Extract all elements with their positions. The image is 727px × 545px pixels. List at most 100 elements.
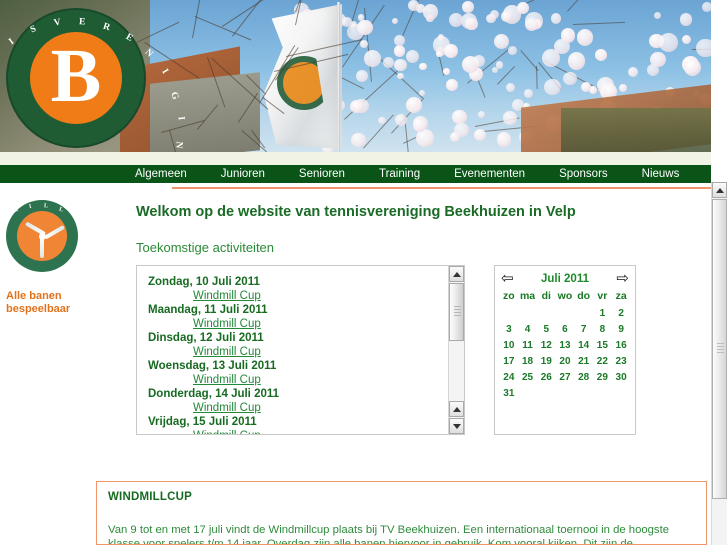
calendar-day-12[interactable]: 12 — [537, 338, 555, 353]
calendar-day-31[interactable]: 31 — [500, 386, 518, 401]
calendar-day-24[interactable]: 24 — [500, 370, 518, 385]
calendar-next-month-icon[interactable]: ⇨ — [616, 271, 629, 286]
windmillcup-title: WINDMILLCUP — [108, 491, 192, 503]
calendar-weekday-row: zo ma di wo do vr za — [500, 289, 630, 305]
calendar-day-14[interactable]: 14 — [575, 338, 593, 353]
blossom — [654, 12, 661, 20]
windmill-cup-center — [17, 211, 67, 261]
calendar-day-6[interactable]: 6 — [556, 322, 574, 337]
calendar-day-19[interactable]: 19 — [537, 354, 555, 369]
windmill-cup-ring-char: I — [28, 203, 33, 211]
club-logo-ring-char: I — [175, 115, 186, 121]
calendar-week-row: 10 11 12 13 14 15 16 — [500, 338, 630, 353]
scrollbar-thumb[interactable] — [449, 283, 464, 341]
nav-item-training[interactable]: Training — [362, 165, 437, 183]
activity-date: Maandag, 11 Juli 2011 — [148, 304, 268, 316]
calendar-day-29[interactable]: 29 — [594, 370, 612, 385]
panels-row: Zondag, 10 Juli 2011 Windmill Cup Maandag,… — [136, 265, 711, 437]
nav-item-junioren[interactable]: Junioren — [204, 165, 282, 183]
calendar-header: ⇦ Juli 2011 ⇨ — [499, 271, 631, 288]
calendar-day-25[interactable]: 25 — [519, 370, 537, 385]
calendar-day-3[interactable]: 3 — [500, 322, 518, 337]
club-logo-ring-char: E — [123, 32, 135, 44]
calendar-day-5[interactable]: 5 — [537, 322, 555, 337]
windmill-cup-ring-char: C — [81, 225, 90, 233]
nav-item-senioren[interactable]: Senioren — [282, 165, 362, 183]
calendar-weekday-do: do — [577, 290, 591, 302]
blossom — [501, 11, 512, 22]
club-logo-ring-char: V — [53, 17, 62, 29]
calendar-day-11[interactable]: 11 — [519, 338, 537, 353]
calendar-day-22[interactable]: 22 — [594, 354, 612, 369]
blossom — [460, 12, 478, 29]
nav-item-contact[interactable]: Contact — [696, 165, 727, 183]
calendar-day-16[interactable]: 16 — [612, 338, 630, 353]
activity-event-link[interactable]: Windmill Cup — [193, 289, 464, 303]
blossom — [524, 89, 533, 99]
scroll-up-button-lower[interactable] — [449, 401, 464, 417]
calendar-day-9[interactable]: 9 — [612, 322, 630, 337]
calendar-day-4[interactable]: 4 — [519, 322, 537, 337]
activity-event-link[interactable]: Windmill Cup — [193, 401, 464, 415]
activity-event-link[interactable]: Windmill Cup — [193, 345, 464, 359]
calendar-day-empty — [575, 386, 593, 401]
activities-list: Zondag, 10 Juli 2011 Windmill Cup Maandag,… — [137, 266, 464, 434]
blossom — [679, 13, 693, 26]
page-scrollbar-thumb[interactable] — [712, 199, 727, 499]
calendar-day-7[interactable]: 7 — [575, 322, 593, 337]
calendar-day-27[interactable]: 27 — [556, 370, 574, 385]
blossom — [595, 49, 608, 62]
nav-item-evenementen[interactable]: Evenementen — [437, 165, 542, 183]
scroll-up-button[interactable] — [449, 266, 464, 282]
calendar-day-2[interactable]: 2 — [612, 306, 630, 321]
calendar-weekday-za: za — [615, 290, 627, 302]
blossom — [422, 4, 439, 20]
calendar-day-30[interactable]: 30 — [612, 370, 630, 385]
calendar-day-empty — [575, 306, 593, 321]
calendar-day-8[interactable]: 8 — [594, 322, 612, 337]
calendar-day-10[interactable]: 10 — [500, 338, 518, 353]
blossom — [418, 89, 425, 97]
blossom — [412, 118, 426, 132]
calendar-day-13[interactable]: 13 — [556, 338, 574, 353]
blossom — [443, 68, 450, 75]
blossom — [350, 99, 364, 114]
activity-event-link[interactable]: Windmill Cup — [193, 373, 464, 387]
club-logo-ring-char: S — [28, 24, 38, 36]
blossom — [452, 109, 467, 125]
court-status-line-2: bespeelbaar — [6, 303, 71, 315]
calendar-day-15[interactable]: 15 — [594, 338, 612, 353]
blossom — [473, 128, 487, 142]
blossom — [405, 50, 419, 64]
calendar-day-28[interactable]: 28 — [575, 370, 593, 385]
club-logo: TENNISVERENIGING BEEKHUIZEN B — [7, 10, 186, 149]
blossom — [489, 9, 500, 19]
blossom — [541, 48, 561, 68]
nav-item-algemeen[interactable]: Algemeen — [118, 165, 204, 183]
nav-item-nieuws[interactable]: Nieuws — [625, 165, 697, 183]
activity-event-link[interactable]: Windmill Cup — [193, 317, 464, 331]
calendar-day-18[interactable]: 18 — [519, 354, 537, 369]
page-scrollbar[interactable] — [711, 182, 727, 545]
calendar-day-20[interactable]: 20 — [556, 354, 574, 369]
scroll-down-arrow-icon — [452, 423, 461, 429]
blossom — [394, 114, 407, 127]
activities-scrollbar[interactable] — [448, 266, 464, 434]
calendar-prev-month-icon[interactable]: ⇦ — [501, 271, 514, 286]
calendar-day-1[interactable]: 1 — [594, 306, 612, 321]
page-scroll-up-button[interactable] — [712, 182, 727, 198]
scroll-down-button[interactable] — [449, 418, 464, 434]
activity-event-link[interactable]: Windmill Cup — [193, 429, 464, 434]
tree-branch — [496, 66, 515, 85]
activity-date: Vrijdag, 15 Juli 2011 — [148, 416, 257, 428]
calendar-day-26[interactable]: 26 — [537, 370, 555, 385]
nav-item-sponsors[interactable]: Sponsors — [542, 165, 625, 183]
calendar-day-23[interactable]: 23 — [612, 354, 630, 369]
windmill-blade-icon — [44, 225, 66, 240]
blossom — [364, 50, 382, 68]
activity-date: Woensdag, 13 Juli 2011 — [148, 360, 277, 372]
calendar-day-17[interactable]: 17 — [500, 354, 518, 369]
blossom — [356, 19, 373, 36]
blossom — [696, 38, 711, 58]
calendar-day-21[interactable]: 21 — [575, 354, 593, 369]
